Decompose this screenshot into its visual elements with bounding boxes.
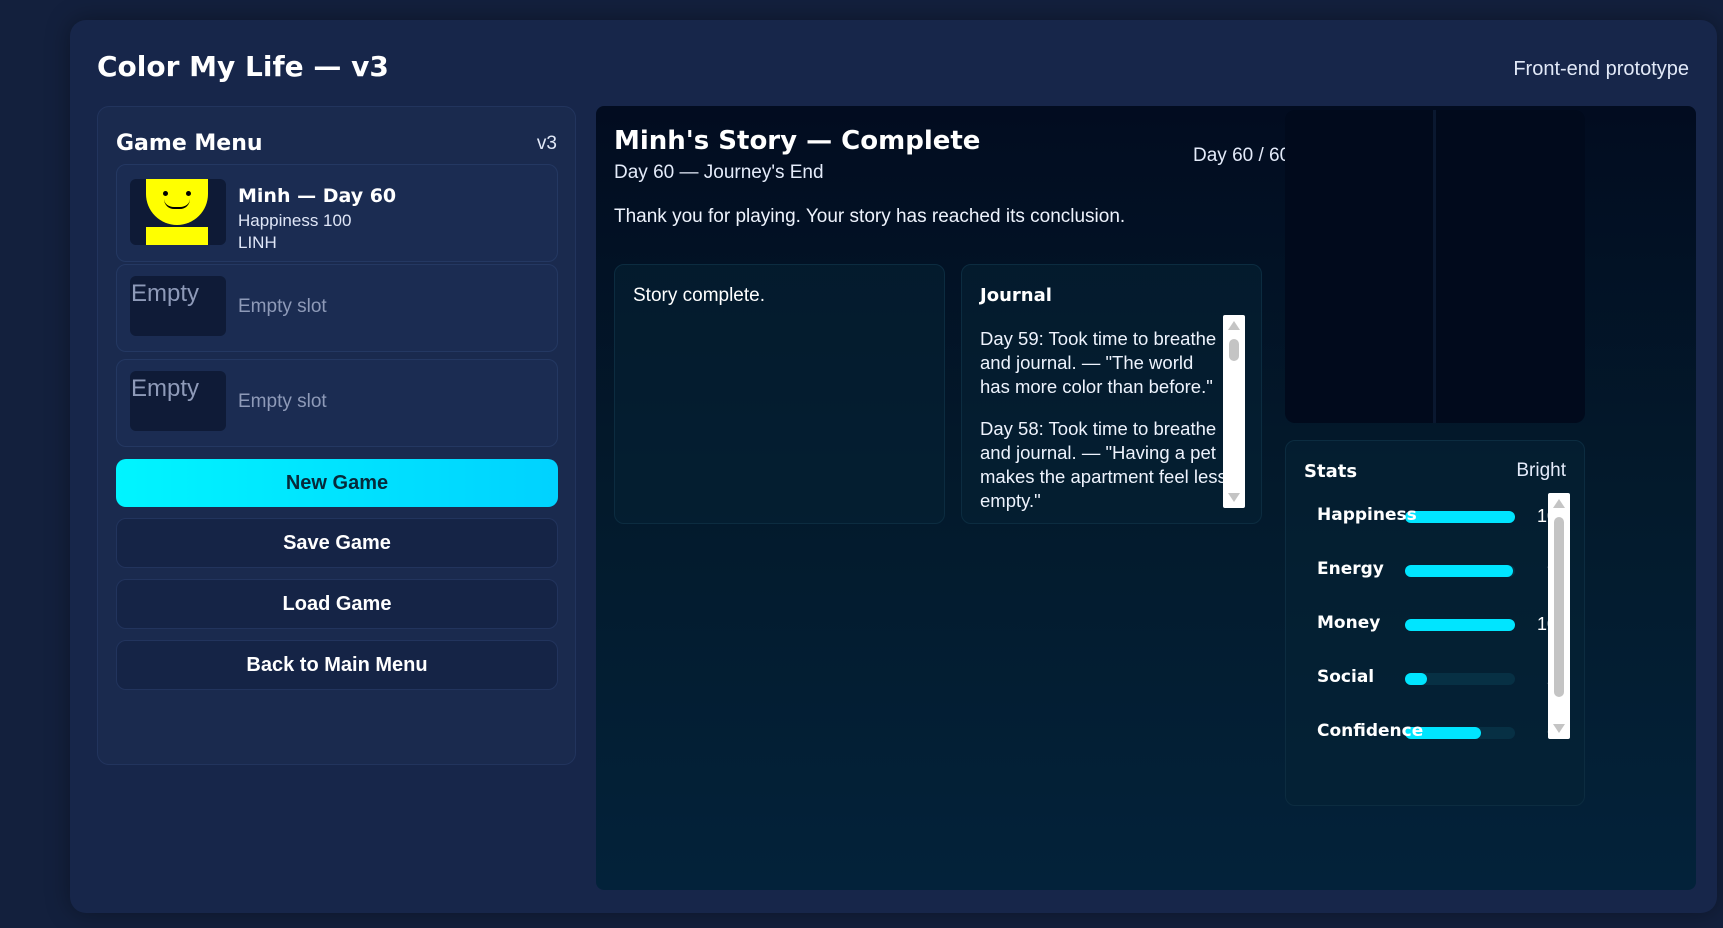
stat-row-confidence: Confidence 69 bbox=[1317, 721, 1567, 749]
stat-bar-fill bbox=[1405, 619, 1515, 631]
story-message: Story complete. bbox=[633, 285, 765, 306]
journal-entry: Day 58: Took time to breathe and journal… bbox=[980, 418, 1227, 511]
avatar-face-icon bbox=[146, 179, 208, 225]
avatar-body bbox=[146, 227, 208, 245]
stats-card: Stats Bright Happiness 100 Energy 98 Mon… bbox=[1285, 440, 1585, 806]
save-slot-2[interactable]: Empty Empty slot bbox=[116, 264, 558, 352]
mood-label: Bright bbox=[1516, 460, 1566, 481]
stat-bar bbox=[1405, 673, 1515, 685]
save-game-button[interactable]: Save Game bbox=[116, 518, 558, 568]
slot-thumbnail: Empty bbox=[130, 371, 226, 431]
stat-row-money: Money 100 bbox=[1317, 613, 1567, 641]
load-game-button[interactable]: Load Game bbox=[116, 579, 558, 629]
stat-bar bbox=[1405, 511, 1515, 523]
stat-row-happiness: Happiness 100 bbox=[1317, 505, 1567, 533]
app-subtitle: Front-end prototype bbox=[1513, 58, 1689, 80]
story-text: Thank you for playing. Your story has re… bbox=[614, 206, 1126, 227]
scene-preview bbox=[1285, 110, 1585, 423]
slot-happiness: Happiness 100 bbox=[238, 211, 352, 230]
story-title: Minh's Story — Complete bbox=[614, 126, 981, 156]
slot-thumb-text: Empty bbox=[131, 375, 200, 402]
avatar bbox=[130, 179, 226, 245]
slot-player: LINH bbox=[238, 233, 277, 252]
stat-name: Confidence bbox=[1317, 721, 1424, 741]
scroll-thumb[interactable] bbox=[1554, 517, 1564, 697]
avatar-eye bbox=[163, 191, 168, 196]
save-slot-3[interactable]: Empty Empty slot bbox=[116, 359, 558, 447]
scroll-thumb[interactable] bbox=[1229, 339, 1239, 361]
app-title: Color My Life — v3 bbox=[97, 50, 389, 83]
app-window: Color My Life — v3 Front-end prototype G… bbox=[70, 20, 1717, 913]
stat-bar-fill bbox=[1405, 511, 1515, 523]
journal-scrollbar[interactable] bbox=[1223, 315, 1245, 508]
stats-scrollbar[interactable] bbox=[1548, 493, 1570, 739]
journal-title: Journal bbox=[980, 285, 1052, 306]
scroll-down-arrow-icon[interactable] bbox=[1553, 724, 1565, 733]
stat-name: Happiness bbox=[1317, 505, 1417, 525]
menu-version: v3 bbox=[536, 133, 557, 154]
slot-name: Minh — Day 60 bbox=[238, 185, 397, 207]
story-message-card: Story complete. bbox=[614, 264, 945, 524]
stat-bar bbox=[1405, 565, 1515, 577]
slot-empty-label: Empty slot bbox=[238, 296, 327, 317]
stat-row-energy: Energy 98 bbox=[1317, 559, 1567, 587]
stat-bar-fill bbox=[1405, 565, 1513, 577]
journal-list[interactable]: Day 59: Took time to breathe and journal… bbox=[980, 327, 1227, 519]
back-to-main-menu-button[interactable]: Back to Main Menu bbox=[116, 640, 558, 690]
slot-thumb-text: Empty bbox=[131, 280, 200, 307]
stat-bar-fill bbox=[1405, 673, 1427, 685]
stat-row-social: Social 20 bbox=[1317, 667, 1567, 695]
slot-empty-label: Empty slot bbox=[238, 391, 327, 412]
day-counter: Day 60 / 60 bbox=[1193, 145, 1291, 166]
scroll-down-arrow-icon[interactable] bbox=[1228, 493, 1240, 502]
scroll-up-arrow-icon[interactable] bbox=[1228, 321, 1240, 330]
stat-name: Money bbox=[1317, 613, 1381, 633]
journal-entry: Day 59: Took time to breathe and journal… bbox=[980, 328, 1217, 397]
stat-name: Energy bbox=[1317, 559, 1384, 579]
stat-bar bbox=[1405, 619, 1515, 631]
preview-divider bbox=[1433, 110, 1436, 423]
game-menu-panel: Game Menu v3 Minh — Day 60 Happiness 100… bbox=[97, 106, 576, 765]
new-game-button[interactable]: New Game bbox=[116, 459, 558, 507]
avatar-mouth bbox=[164, 199, 190, 209]
save-slot-1[interactable]: Minh — Day 60 Happiness 100 LINH bbox=[116, 164, 558, 262]
story-subtitle: Day 60 — Journey's End bbox=[614, 162, 824, 183]
avatar-eye bbox=[186, 191, 191, 196]
journal-card: Journal Day 59: Took time to breathe and… bbox=[961, 264, 1262, 524]
story-panel: Minh's Story — Complete Day 60 — Journey… bbox=[596, 106, 1696, 890]
slot-thumbnail: Empty bbox=[130, 276, 226, 336]
stat-name: Social bbox=[1317, 667, 1375, 687]
scroll-up-arrow-icon[interactable] bbox=[1553, 499, 1565, 508]
stats-title: Stats bbox=[1304, 461, 1358, 482]
menu-title: Game Menu bbox=[116, 131, 263, 156]
